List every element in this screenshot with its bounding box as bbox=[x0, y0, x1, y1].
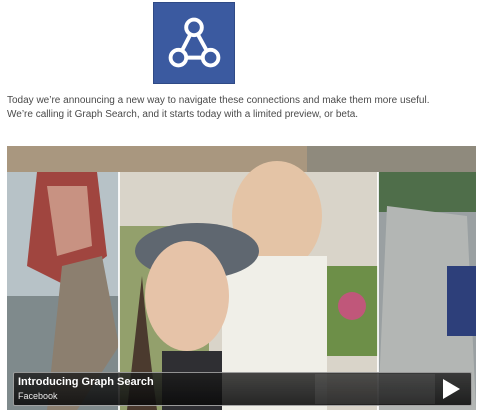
intro-line-1: Today we’re announcing a new way to navi… bbox=[7, 95, 430, 106]
graph-search-logo bbox=[153, 2, 235, 84]
video-thumbnail bbox=[7, 146, 476, 410]
graph-search-icon bbox=[168, 17, 221, 68]
intro-text: Today we’re announcing a new way to navi… bbox=[7, 94, 477, 122]
video-progress-area[interactable] bbox=[315, 374, 435, 404]
video-title[interactable]: Introducing Graph Search bbox=[18, 376, 154, 388]
intro-line-2: We’re calling it Graph Search, and it st… bbox=[7, 109, 359, 120]
play-button[interactable] bbox=[441, 378, 461, 400]
video-player[interactable]: Introducing Graph Search Facebook bbox=[7, 146, 476, 410]
video-caption-bar: Introducing Graph Search Facebook bbox=[13, 372, 472, 406]
play-icon bbox=[443, 379, 460, 399]
video-channel[interactable]: Facebook bbox=[18, 391, 58, 401]
